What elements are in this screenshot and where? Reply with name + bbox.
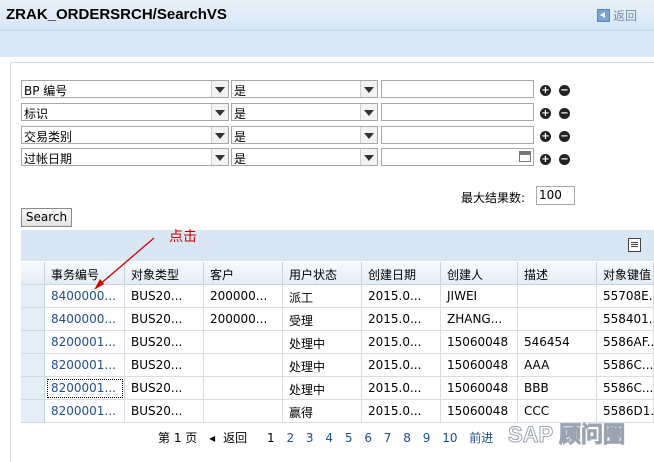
annotation-arrow xyxy=(94,237,155,290)
page-link[interactable]: 10 xyxy=(442,431,457,445)
watermark: SAP 顾问圈 xyxy=(508,422,626,448)
pager: 第 1 页 ◂ 返回 1 2 3 4 5 6 7 8 9 10 前进 xyxy=(158,429,501,446)
page-link[interactable]: 2 xyxy=(286,431,294,445)
pager-forward-button[interactable]: 前进 xyxy=(469,431,493,445)
page-link[interactable]: 9 xyxy=(423,431,431,445)
page-link[interactable]: 4 xyxy=(325,431,333,445)
svg-text:SAP 顾问圈: SAP 顾问圈 xyxy=(508,422,625,447)
page-link[interactable]: 6 xyxy=(364,431,372,445)
page-indicator: 第 1 页 xyxy=(158,431,198,445)
page-link[interactable]: 8 xyxy=(403,431,411,445)
page-link[interactable]: 7 xyxy=(384,431,392,445)
chevron-left-icon: ◂ xyxy=(209,431,216,445)
page-link[interactable]: 5 xyxy=(345,431,353,445)
pager-back-button[interactable]: ◂ 返回 xyxy=(209,431,255,445)
page-link[interactable]: 3 xyxy=(306,431,314,445)
page-link-current[interactable]: 1 xyxy=(267,431,275,445)
